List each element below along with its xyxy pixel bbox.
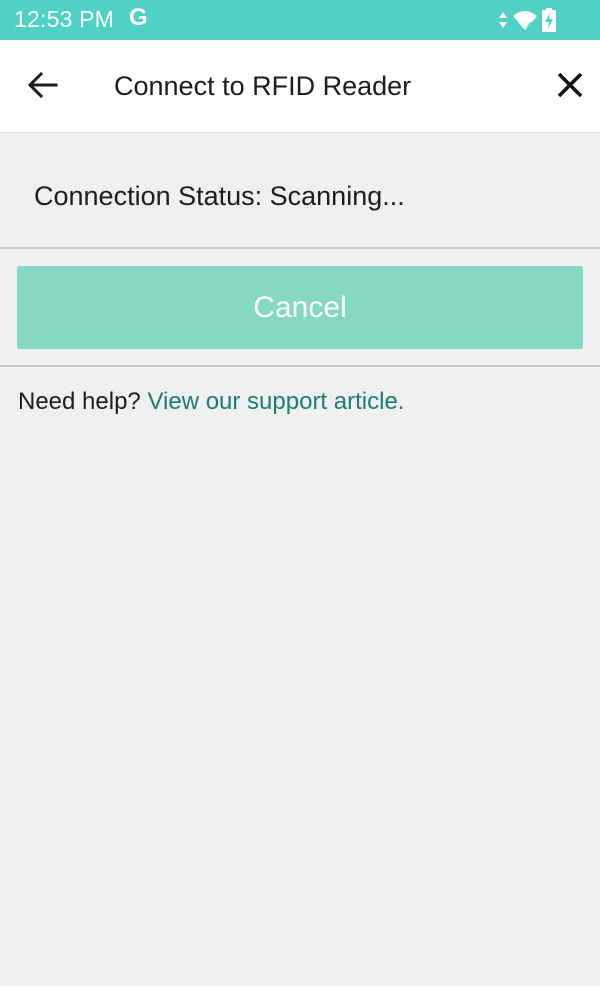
wifi-icon: 4 (512, 9, 538, 31)
page-title: Connect to RFID Reader (114, 71, 412, 101)
svg-text:4: 4 (527, 21, 532, 31)
battery-charging-icon (542, 8, 556, 32)
close-icon (556, 71, 584, 104)
divider (0, 247, 600, 249)
app-bar: Connect to RFID Reader (0, 40, 600, 133)
support-article-link[interactable]: View our support article. (147, 388, 404, 415)
back-button[interactable] (22, 66, 64, 108)
close-button[interactable] (548, 65, 592, 109)
cancel-button[interactable]: Cancel (17, 266, 583, 349)
divider (0, 365, 600, 367)
help-text: Need help? View our support article. (18, 388, 404, 416)
help-prefix: Need help? (18, 388, 148, 415)
google-g-icon: G (129, 4, 148, 31)
status-time: 12:53 PM (14, 6, 115, 32)
status-bar: 12:53 PM G 4 (0, 0, 600, 40)
data-arrows-icon (498, 11, 508, 29)
status-icons: 4 (498, 7, 556, 33)
arrow-left-icon (27, 71, 58, 103)
connection-status-text: Connection Status: Scanning... (34, 181, 405, 211)
